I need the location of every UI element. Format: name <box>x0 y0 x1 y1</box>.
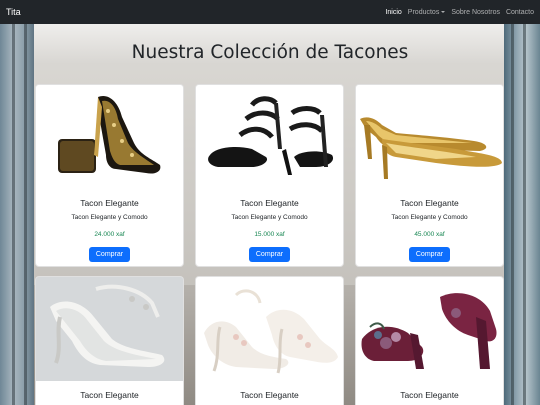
buy-button[interactable]: Comprar <box>408 247 451 262</box>
white-floral-lace-heel-icon <box>204 289 338 374</box>
nav-link-inicio[interactable]: Inicio <box>385 9 401 16</box>
nav-links: Inicio Productos Sobre Nosotros Contacto <box>385 9 534 16</box>
nav-link-sobre-nosotros[interactable]: Sobre Nosotros <box>451 9 500 16</box>
product-image <box>196 85 343 189</box>
product-image <box>36 277 183 381</box>
product-card: Tacon Elegante Tacon Elegante y Comodo 1… <box>195 84 344 267</box>
product-price: 15.000 xaf <box>254 231 285 238</box>
product-title: Tacon Elegante <box>400 390 459 400</box>
product-card: Tacon Elegante Tacon Elegante y Comodo 4… <box>355 84 504 267</box>
burgundy-floral-heel-icon <box>361 293 497 369</box>
product-image <box>356 85 503 189</box>
product-title: Tacon Elegante <box>240 198 299 208</box>
product-card: Tacon Elegante <box>195 276 344 405</box>
product-image <box>356 277 503 381</box>
product-title: Tacon Elegante <box>80 198 139 208</box>
product-image <box>196 277 343 381</box>
nav-link-contacto[interactable]: Contacto <box>506 9 534 16</box>
product-title: Tacon Elegante <box>240 390 299 400</box>
page-title: Nuestra Colección de Tacones <box>131 42 409 63</box>
white-ornate-heel-icon <box>36 277 183 381</box>
product-card: Tacon Elegante <box>35 276 184 405</box>
buy-button[interactable]: Comprar <box>88 247 131 262</box>
top-navbar: Tita Inicio Productos Sobre Nosotros Con… <box>0 0 540 24</box>
nav-link-productos-dropdown[interactable]: Productos <box>408 9 446 16</box>
product-description: Tacon Elegante y Comodo <box>231 214 308 221</box>
black-strappy-sandal-icon <box>208 96 334 175</box>
gold-pointed-pump-icon <box>360 117 502 179</box>
caret-down-icon <box>441 10 446 13</box>
buy-button[interactable]: Comprar <box>248 247 291 262</box>
gold-studded-pump-icon <box>58 95 161 174</box>
brand-logo[interactable]: Tita <box>6 7 21 17</box>
product-price: 45.000 xaf <box>414 231 445 238</box>
product-card: Tacon Elegante <box>355 276 504 405</box>
product-card: Tacon Elegante Tacon Elegante y Comodo 2… <box>35 84 184 267</box>
product-title: Tacon Elegante <box>400 198 459 208</box>
product-title: Tacon Elegante <box>80 390 139 400</box>
product-price: 24.000 xaf <box>94 231 125 238</box>
product-image <box>36 85 183 189</box>
nav-link-productos-label: Productos <box>407 8 440 16</box>
product-description: Tacon Elegante y Comodo <box>391 214 468 221</box>
product-description: Tacon Elegante y Comodo <box>71 214 148 221</box>
